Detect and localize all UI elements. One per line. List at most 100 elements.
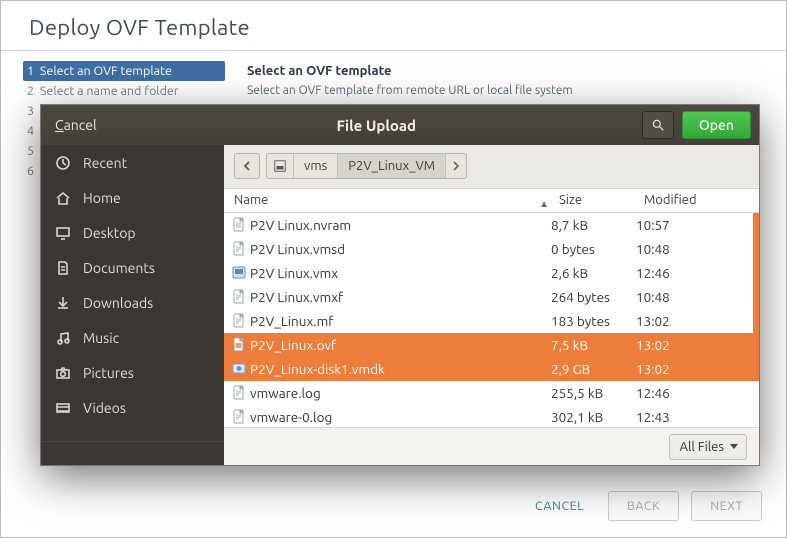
file-row[interactable]: P2V Linux.vmxf264 bytes10:48	[224, 285, 759, 309]
file-type-filter[interactable]: All Files	[669, 434, 747, 460]
file-name: vmware.log	[246, 385, 551, 401]
sidebar-item-more	[41, 425, 224, 442]
sidebar-item-recent[interactable]: Recent	[41, 145, 224, 180]
chevron-right-icon	[452, 161, 460, 171]
sidebar-item-label: Desktop	[83, 225, 136, 241]
file-row[interactable]: vmware.log255,5 kB12:46	[224, 381, 759, 405]
download-icon	[55, 295, 71, 311]
file-modified: 13:02	[636, 337, 759, 353]
file-size: 2,6 kB	[551, 265, 636, 281]
file-icon	[224, 409, 246, 425]
file-name: P2V Linux.vmx	[246, 265, 551, 281]
file-modified: 12:43	[636, 409, 759, 425]
wizard-step-1[interactable]: 1 Select an OVF template	[23, 61, 225, 81]
clock-icon	[55, 155, 71, 171]
file-size: 2,9 GB	[551, 361, 636, 377]
file-size: 8,7 kB	[551, 217, 636, 233]
search-button[interactable]	[642, 111, 674, 139]
drive-icon	[273, 159, 287, 173]
file-row[interactable]: P2V Linux.vmsd0 bytes10:48	[224, 237, 759, 261]
sidebar-item-pictures[interactable]: Pictures	[41, 355, 224, 390]
open-button[interactable]: Open	[682, 111, 751, 139]
file-row[interactable]: vmware-0.log302,1 kB12:43	[224, 405, 759, 428]
sidebar-item-music[interactable]: Music	[41, 320, 224, 355]
file-name: P2V Linux.vmsd	[246, 241, 551, 257]
music-icon	[55, 330, 71, 346]
file-row[interactable]: P2V_Linux.mf183 bytes13:02	[224, 309, 759, 333]
sidebar-item-downloads[interactable]: Downloads	[41, 285, 224, 320]
file-name: P2V Linux.nvram	[246, 217, 551, 233]
search-icon	[651, 118, 665, 132]
breadcrumb-seg-current[interactable]: P2V_Linux_VM	[338, 154, 446, 178]
camera-icon	[55, 365, 71, 381]
file-size: 0 bytes	[551, 241, 636, 257]
file-row[interactable]: P2V_Linux-disk1.vmdk2,9 GB13:02	[224, 357, 759, 381]
file-modified: 13:02	[636, 313, 759, 329]
breadcrumb-seg-vms[interactable]: vms	[294, 154, 338, 178]
file-row[interactable]: P2V Linux.nvram8,7 kB10:57	[224, 213, 759, 237]
section-subtitle: Select an OVF template from remote URL o…	[247, 84, 768, 97]
section-title: Select an OVF template	[247, 64, 768, 78]
dialog-cancel-button[interactable]: Cancel	[41, 117, 111, 133]
file-modified: 12:46	[636, 385, 759, 401]
page-title: Deploy OVF Template	[1, 1, 786, 48]
file-icon	[224, 217, 246, 233]
file-name: P2V_Linux-disk1.vmdk	[246, 361, 551, 377]
chevron-down-icon	[730, 444, 738, 449]
file-icon	[224, 337, 246, 353]
column-size[interactable]: Size	[559, 193, 644, 207]
sidebar-item-home[interactable]: Home	[41, 180, 224, 215]
file-icon	[224, 313, 246, 329]
breadcrumb-more-button[interactable]	[446, 154, 466, 178]
file-size: 255,5 kB	[551, 385, 636, 401]
file-modified: 10:48	[636, 241, 759, 257]
sidebar-item-label: Music	[83, 330, 119, 346]
video-icon	[55, 400, 71, 416]
cancel-link[interactable]: CANCEL	[523, 491, 596, 521]
sort-asc-icon: ▲	[539, 198, 549, 210]
dialog-sidebar: Recent Home Desktop Documents Downloads Music…	[41, 145, 224, 465]
file-modified: 10:57	[636, 217, 759, 233]
column-modified[interactable]: Modified	[644, 193, 759, 207]
sidebar-item-label: Documents	[83, 260, 155, 276]
sidebar-item-videos[interactable]: Videos	[41, 390, 224, 425]
back-button[interactable]: BACK	[608, 491, 679, 521]
file-name: P2V_Linux.mf	[246, 313, 551, 329]
file-row[interactable]: P2V_Linux.ovf7,5 kB13:02	[224, 333, 759, 357]
breadcrumb-root-icon[interactable]	[267, 154, 294, 178]
file-name: vmware-0.log	[246, 409, 551, 425]
scrollbar-indicator	[753, 213, 759, 381]
divider	[1, 50, 786, 51]
file-size: 7,5 kB	[551, 337, 636, 353]
file-size: 302,1 kB	[551, 409, 636, 425]
file-dialog: Cancel File Upload Open Recent Home Deskto…	[41, 105, 759, 465]
file-list: P2V Linux.nvram8,7 kB10:57P2V Linux.vmsd…	[224, 213, 759, 428]
breadcrumb-bar: vms P2V_Linux_VM	[224, 145, 759, 189]
file-modified: 12:46	[636, 265, 759, 281]
home-icon	[55, 190, 71, 206]
sidebar-item-label: Downloads	[83, 295, 153, 311]
file-icon	[224, 361, 246, 377]
file-modified: 10:48	[636, 289, 759, 305]
sidebar-item-label: Home	[83, 190, 121, 206]
file-icon	[224, 265, 246, 281]
file-size: 264 bytes	[551, 289, 636, 305]
dialog-title: File Upload	[111, 117, 642, 134]
file-size: 183 bytes	[551, 313, 636, 329]
breadcrumb-back-button[interactable]	[234, 153, 260, 179]
desktop-icon	[55, 225, 71, 241]
wizard-step-2[interactable]: 2 Select a name and folder	[23, 81, 225, 101]
file-name: P2V_Linux.ovf	[246, 337, 551, 353]
doc-icon	[55, 260, 71, 276]
column-name[interactable]: Name▲	[224, 193, 559, 207]
file-icon	[224, 289, 246, 305]
sidebar-item-documents[interactable]: Documents	[41, 250, 224, 285]
file-modified: 13:02	[636, 361, 759, 377]
file-icon	[224, 385, 246, 401]
sidebar-item-label: Pictures	[83, 365, 134, 381]
next-button[interactable]: NEXT	[691, 491, 762, 521]
file-name: P2V Linux.vmxf	[246, 289, 551, 305]
sidebar-item-desktop[interactable]: Desktop	[41, 215, 224, 250]
file-row[interactable]: P2V Linux.vmx2,6 kB12:46	[224, 261, 759, 285]
sidebar-item-label: Videos	[83, 400, 126, 416]
